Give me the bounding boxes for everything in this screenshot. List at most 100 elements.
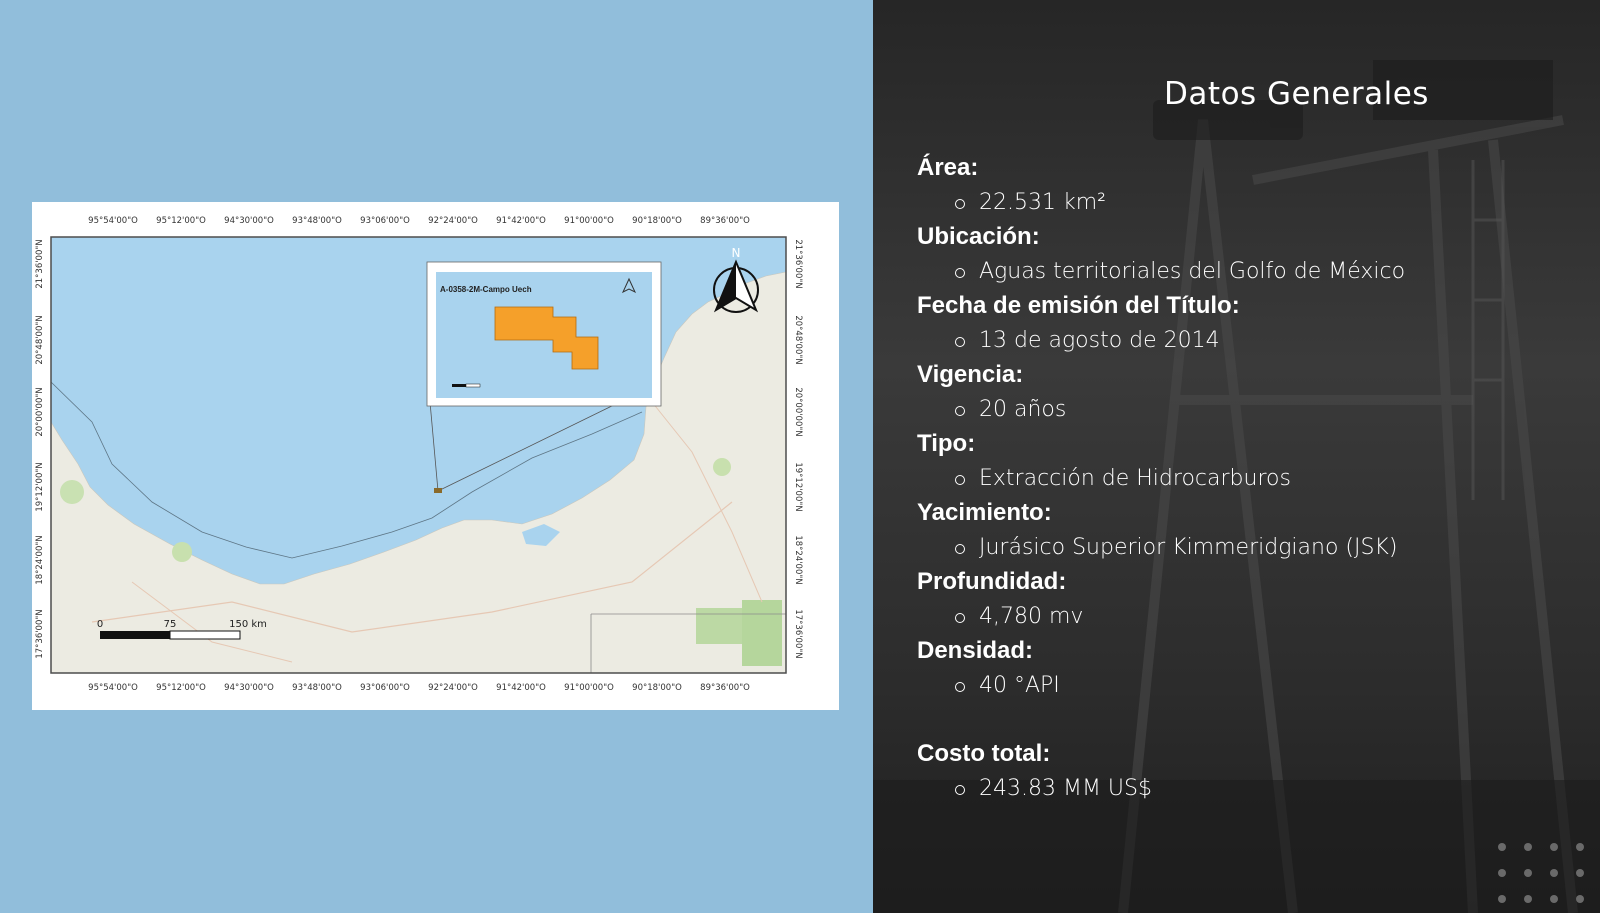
tick-label: 90°18'00"O	[632, 683, 682, 693]
scale-bar-segment	[100, 631, 170, 639]
tick-label: 93°48'00"O	[292, 216, 342, 226]
validity-label: Vigencia:	[917, 361, 1024, 388]
vegetation-patch	[172, 542, 192, 562]
inset-scale-bar	[452, 384, 466, 387]
tick-label: 91°00'00"O	[564, 683, 614, 693]
total-cost-value: 243.83 MM US$	[917, 771, 1557, 806]
tick-label: 21°36'00"N	[35, 239, 45, 288]
north-label: N	[732, 246, 741, 260]
tick-label: 94°30'00"O	[224, 683, 274, 693]
depth-value: 4,780 mv	[917, 599, 1557, 634]
inset-map: A-0358-2M-Campo Uech	[426, 261, 662, 407]
type-value-text: Extracción de Hidrocarburos	[979, 466, 1291, 491]
bullet-icon	[955, 475, 965, 485]
tick-label: 91°42'00"O	[496, 216, 546, 226]
validity-value: 20 años	[917, 392, 1557, 427]
map-panel: 95°54'00"O 95°12'00"O 94°30'00"O 93°48'0…	[0, 0, 873, 913]
tick-label: 89°36'00"O	[700, 683, 750, 693]
bullet-icon	[955, 199, 965, 209]
tick-label: 18°24'00"N	[793, 535, 803, 584]
location-label: Ubicación:	[917, 223, 1040, 250]
vegetation-patch	[742, 600, 782, 666]
tick-label: 91°00'00"O	[564, 216, 614, 226]
bullet-icon	[955, 544, 965, 554]
type-value: Extracción de Hidrocarburos	[917, 461, 1557, 496]
dot	[1524, 895, 1532, 903]
issue-date-label: Fecha de emisión del Título:	[917, 292, 1240, 319]
type-label: Tipo:	[917, 430, 976, 457]
scale-label-end: 150 km	[229, 619, 267, 630]
reservoir-label: Yacimiento:	[917, 499, 1052, 526]
dot	[1550, 869, 1558, 877]
tick-label: 93°48'00"O	[292, 683, 342, 693]
tick-label: 89°36'00"O	[700, 216, 750, 226]
top-tick-labels: 95°54'00"O 95°12'00"O 94°30'00"O 93°48'0…	[88, 216, 750, 226]
tick-label: 19°12'00"N	[35, 462, 45, 511]
dot	[1576, 895, 1584, 903]
general-data-list: Área: 22.531 km² Ubicación: Aguas territ…	[917, 151, 1557, 806]
inset-scale-bar	[465, 383, 481, 388]
tick-label: 95°54'00"O	[88, 216, 138, 226]
density-value-text: 40 °API	[979, 673, 1060, 698]
issue-date-value-text: 13 de agosto de 2014	[979, 328, 1220, 353]
bullet-icon	[955, 785, 965, 795]
tick-label: 20°00'00"N	[35, 387, 45, 436]
scale-bar-segment	[169, 630, 241, 640]
block-location-marker	[434, 488, 442, 493]
location-value-text: Aguas territoriales del Golfo de México	[979, 259, 1406, 284]
tick-label: 20°00'00"N	[793, 387, 803, 436]
dot	[1498, 895, 1506, 903]
depth-value-text: 4,780 mv	[979, 604, 1084, 629]
scale-label-mid: 75	[164, 619, 177, 630]
tick-label: 95°12'00"O	[156, 683, 206, 693]
depth-label: Profundidad:	[917, 568, 1067, 595]
bullet-icon	[955, 682, 965, 692]
bullet-icon	[955, 406, 965, 416]
dot	[1498, 869, 1506, 877]
tick-label: 19°12'00"N	[793, 462, 803, 511]
bullet-icon	[955, 613, 965, 623]
reservoir-value: Jurásico Superior Kimmeridgiano (JSK)	[917, 530, 1557, 565]
dot	[1576, 869, 1584, 877]
tick-label: 93°06'00"O	[360, 216, 410, 226]
tick-label: 20°48'00"N	[793, 315, 803, 364]
decorative-dots	[1494, 839, 1594, 909]
tick-label: 93°06'00"O	[360, 683, 410, 693]
total-cost-value-text: 243.83 MM US$	[979, 776, 1152, 801]
location-map: 95°54'00"O 95°12'00"O 94°30'00"O 93°48'0…	[32, 202, 839, 710]
vegetation-patch	[60, 480, 84, 504]
bullet-icon	[955, 337, 965, 347]
bullet-icon	[955, 268, 965, 278]
panel-title: Datos Generales	[1164, 76, 1429, 112]
tick-label: 95°12'00"O	[156, 216, 206, 226]
bottom-tick-labels: 95°54'00"O 95°12'00"O 94°30'00"O 93°48'0…	[88, 683, 750, 693]
tick-label: 18°24'00"N	[35, 535, 45, 584]
tick-label: 90°18'00"O	[632, 216, 682, 226]
total-cost-label: Costo total:	[917, 740, 1051, 767]
area-label: Área:	[917, 154, 979, 181]
density-label: Densidad:	[917, 637, 1034, 664]
dot	[1524, 869, 1532, 877]
tick-label: 95°54'00"O	[88, 683, 138, 693]
right-tick-labels: 21°36'00"N 20°48'00"N 20°00'00"N 19°12'0…	[793, 239, 803, 658]
tick-label: 17°36'00"N	[35, 609, 45, 658]
dot	[1550, 895, 1558, 903]
area-value-text: 22.531 km²	[979, 190, 1106, 215]
reservoir-value-text: Jurásico Superior Kimmeridgiano (JSK)	[979, 535, 1398, 560]
location-value: Aguas territoriales del Golfo de México	[917, 254, 1557, 289]
tick-label: 20°48'00"N	[35, 315, 45, 364]
issue-date-value: 13 de agosto de 2014	[917, 323, 1557, 358]
tick-label: 17°36'00"N	[793, 609, 803, 658]
scale-label-zero: 0	[97, 619, 103, 630]
tick-label: 92°24'00"O	[428, 216, 478, 226]
info-panel: Datos Generales Área: 22.531 km² Ubicaci…	[873, 0, 1600, 913]
tick-label: 91°42'00"O	[496, 683, 546, 693]
area-value: 22.531 km²	[917, 185, 1557, 220]
vegetation-patch	[713, 458, 731, 476]
dot	[1576, 843, 1584, 851]
density-value: 40 °API	[917, 668, 1557, 703]
dot	[1498, 843, 1506, 851]
map-area	[50, 237, 787, 674]
dot	[1550, 843, 1558, 851]
dot	[1524, 843, 1532, 851]
